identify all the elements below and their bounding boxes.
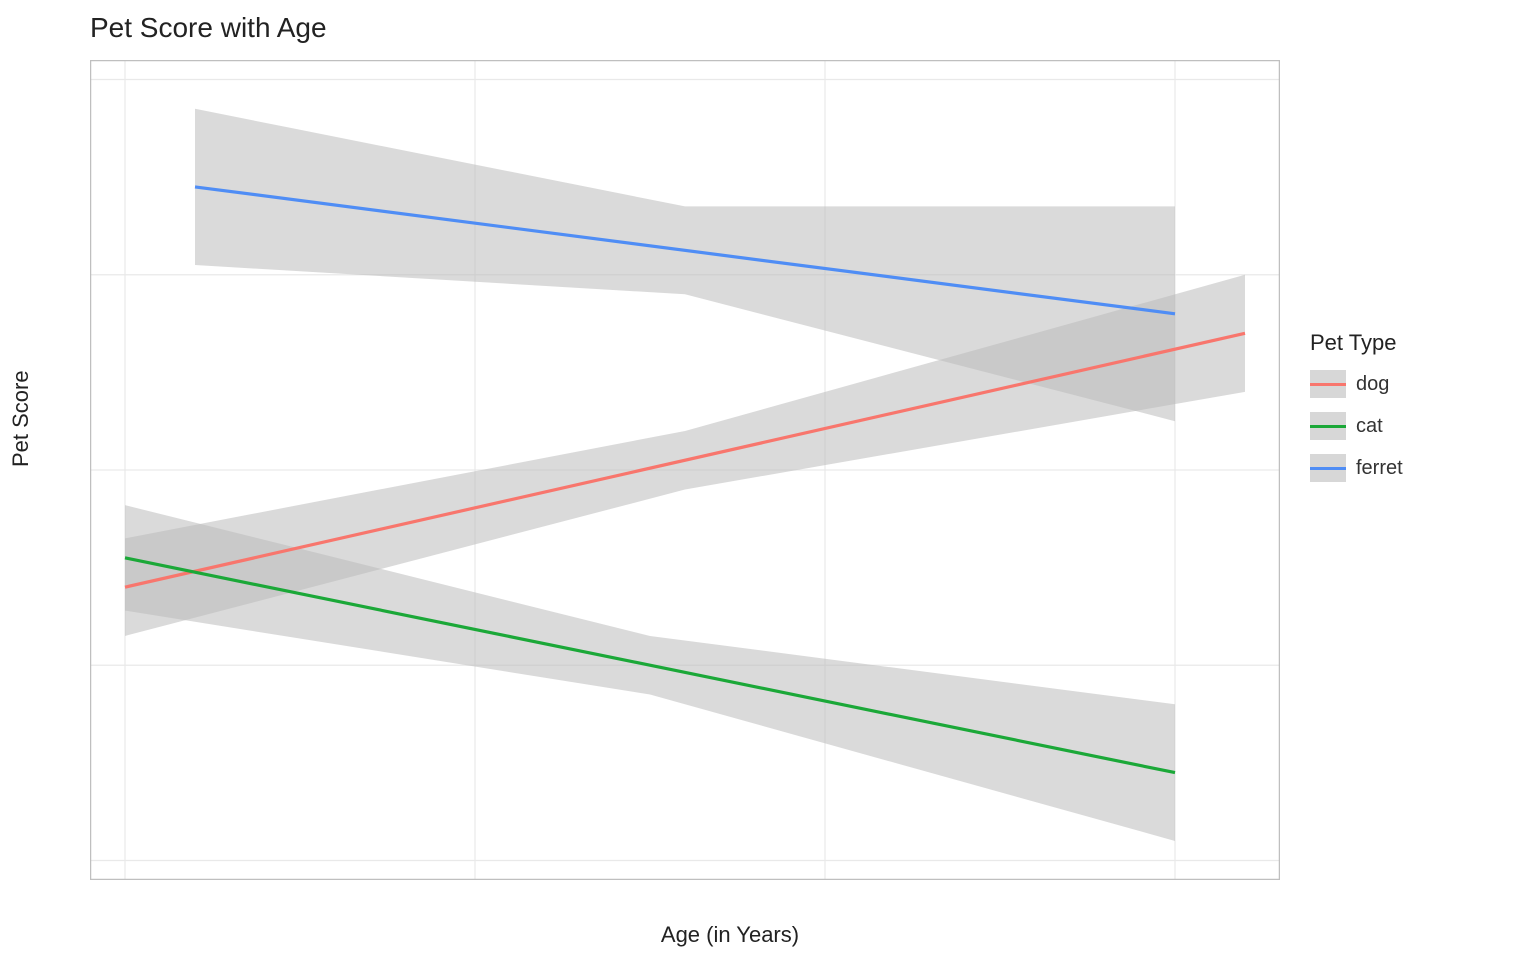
legend-title: Pet Type [1310,330,1403,356]
plot-panel: 051015 8090100110120 [90,60,1280,880]
x-axis-label: Age (in Years) [90,922,1370,948]
legend-item-ferret: ferret [1310,454,1403,482]
legend-label: cat [1356,415,1383,438]
chart-container: Pet Score with Age Pet Score 051015 8090… [0,0,1536,960]
legend-label: ferret [1356,457,1403,480]
y-axis-label: Pet Score [8,370,34,467]
legend-line-icon [1310,467,1346,470]
legend-swatch [1310,412,1346,440]
legend-line-icon [1310,425,1346,428]
legend-item-dog: dog [1310,370,1403,398]
legend-label: dog [1356,373,1389,396]
legend-swatch [1310,370,1346,398]
legend-swatch [1310,454,1346,482]
chart-title: Pet Score with Age [90,12,327,44]
legend: Pet Type dog cat ferret [1310,330,1403,496]
legend-item-cat: cat [1310,412,1403,440]
legend-line-icon [1310,383,1346,386]
